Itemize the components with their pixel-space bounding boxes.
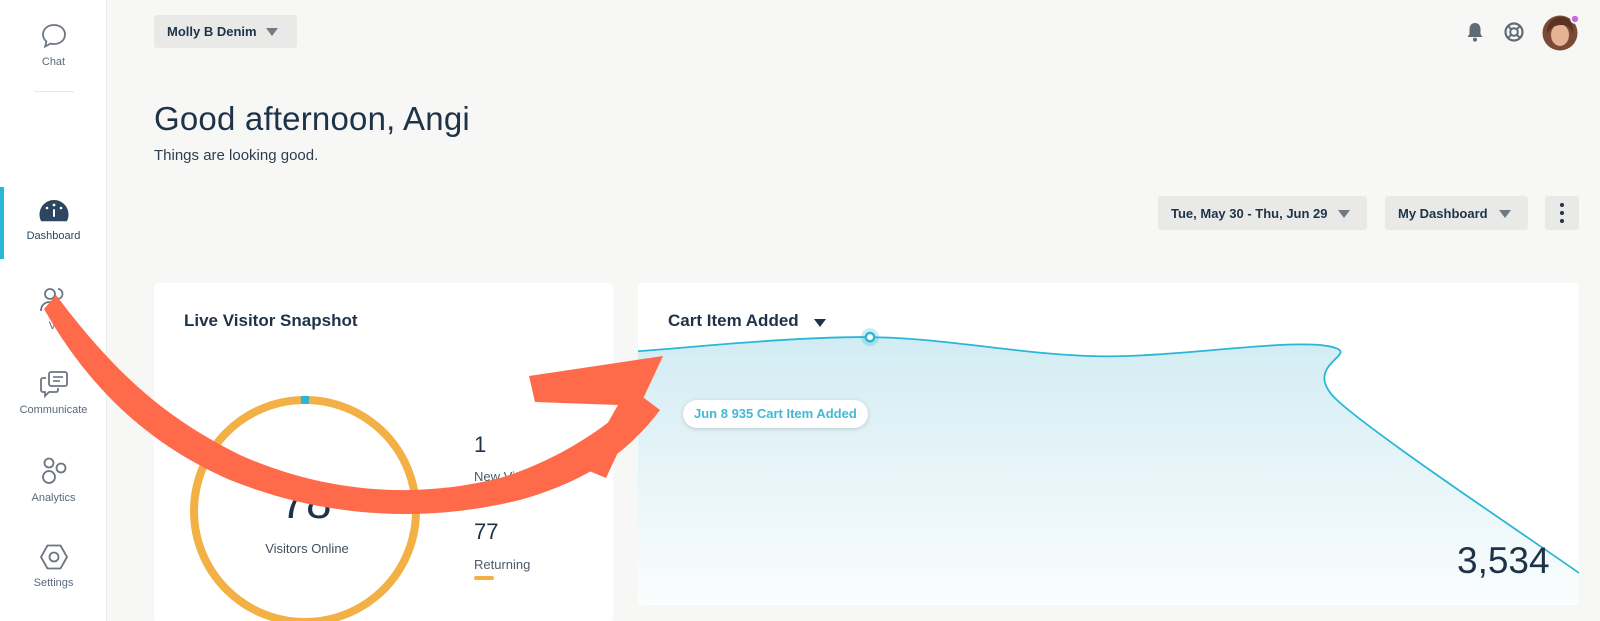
cart-item-added-card: Cart Item Added 3,534 (638, 283, 1579, 605)
sidebar-item-settings[interactable]: Settings (0, 543, 107, 589)
sidebar-divider (34, 91, 74, 92)
sidebar-item-label: Dashboard (26, 230, 81, 242)
sidebar-item-dashboard[interactable]: Dashboard (0, 198, 107, 242)
sidebar-item-analytics[interactable]: Analytics (0, 456, 107, 504)
help-lifebuoy-icon[interactable] (1503, 21, 1525, 43)
sidebar-item-label: Settings (33, 577, 74, 589)
new-visitors-count: 1 (474, 432, 487, 457)
org-select-dropdown[interactable]: Molly B Denim (154, 15, 297, 48)
cart-total-value: 3,534 (1457, 540, 1550, 581)
more-options-button[interactable] (1545, 196, 1579, 230)
sidebar-item-chat[interactable]: Chat (0, 22, 107, 68)
returning-count: 77 (474, 519, 499, 544)
page-title: Good afternoon, Angi (154, 100, 470, 137)
kebab-dot (1560, 203, 1564, 207)
date-range-label: Tue, May 30 - Thu, Jun 29 (1171, 206, 1328, 221)
highlight-point[interactable] (864, 331, 876, 343)
org-name: Molly B Denim (167, 24, 257, 39)
chevron-down-icon (1338, 210, 1350, 218)
sidebar-item-visitors[interactable]: Vi (0, 284, 107, 332)
communicate-icon (39, 371, 68, 398)
live-visitor-snapshot-card: Live Visitor Snapshot 78 Visitors Online… (154, 283, 613, 621)
page-subtitle: Things are looking good. (154, 147, 319, 164)
new-visitors-label: New Visitors (474, 469, 547, 484)
returning-swatch (474, 576, 494, 580)
chat-bubble-icon (41, 24, 66, 49)
dashboard-gauge-icon (39, 200, 68, 222)
date-range-dropdown[interactable]: Tue, May 30 - Thu, Jun 29 (1158, 196, 1367, 230)
sidebar-item-label: Vi (48, 320, 59, 332)
sidebar-item-communicate[interactable]: Communicate (0, 370, 107, 416)
chevron-down-icon (266, 28, 278, 36)
dashboard-select-label: My Dashboard (1398, 206, 1488, 221)
chevron-down-icon (1499, 210, 1511, 218)
kebab-dot (1560, 211, 1564, 215)
chart-tooltip: Jun 8 935 Cart Item Added (683, 400, 868, 428)
avatar[interactable] (1541, 14, 1579, 52)
visitors-icon (39, 288, 63, 312)
sidebar-item-label: Analytics (31, 492, 76, 504)
new-visitors-swatch (474, 488, 494, 492)
bell-icon[interactable] (1465, 21, 1485, 43)
cart-series-area (638, 337, 1579, 605)
settings-hexagon-icon (39, 544, 68, 570)
kebab-dot (1560, 219, 1564, 223)
sidebar: Chat Dashboard Vi Communicate Analytics … (0, 0, 107, 621)
dashboard-select-dropdown[interactable]: My Dashboard (1385, 196, 1528, 230)
sidebar-item-label: Chat (41, 56, 66, 68)
sidebar-item-label: Communicate (19, 404, 88, 416)
cart-area-chart (638, 328, 1579, 605)
returning-label: Returning (474, 557, 531, 572)
visitors-online-label: Visitors Online (265, 541, 349, 556)
analytics-circles-icon (41, 457, 66, 484)
visitors-online-count: 78 (280, 476, 332, 528)
card-title: Live Visitor Snapshot (184, 311, 358, 330)
